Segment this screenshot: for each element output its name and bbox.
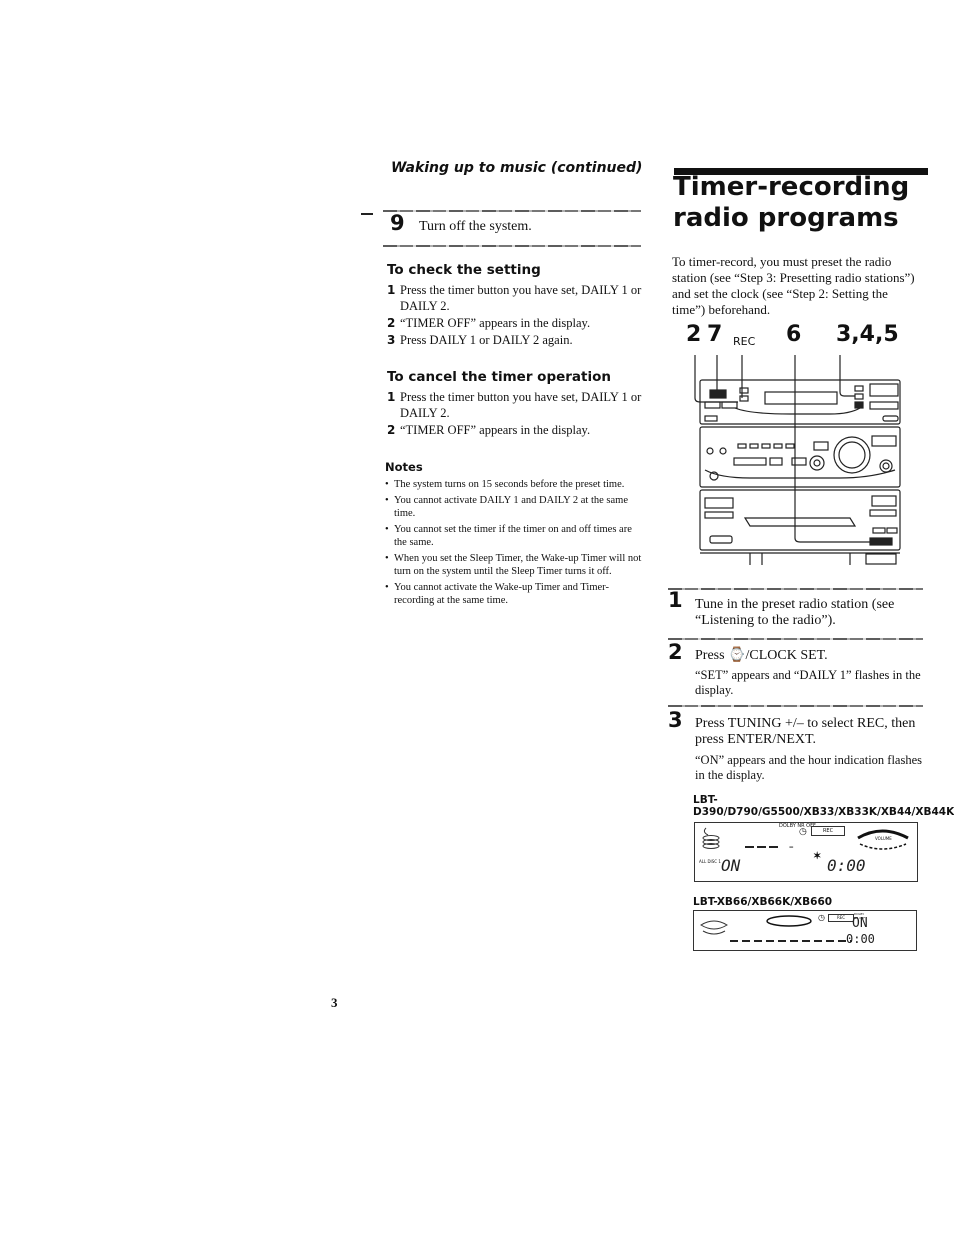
step-number: 3 — [668, 708, 683, 732]
item-text: Press the timer button you have set, DAI… — [400, 283, 642, 313]
step-subtext: “SET” appears and “DAILY 1” flashes in t… — [695, 668, 921, 697]
note-item: • You cannot set the timer if the timer o… — [385, 523, 647, 550]
callout-label: 2 — [686, 322, 702, 347]
step-number: 9 — [390, 211, 405, 235]
disc-icon — [702, 827, 720, 849]
list-item: 3 Press DAILY 1 or DAILY 2 again. — [387, 332, 647, 348]
lcd-time: 0:00 — [846, 932, 875, 946]
step-text: Press TUNING +/– to select REC, then pre… — [695, 716, 916, 747]
divider — [383, 245, 641, 247]
lcd-display: DOLBY NR OFF ◷ REC VOLUME = ALL DISC 1 O… — [694, 822, 918, 882]
level-bar — [745, 846, 779, 848]
lcd-left-text: ON — [852, 916, 868, 931]
callout-label: 6 — [786, 322, 802, 347]
note-text: You cannot activate DAILY 1 and DAILY 2 … — [394, 494, 628, 520]
item-number: 3 — [387, 333, 396, 347]
volume-indicator-icon — [766, 915, 812, 927]
margin-arrow-mark — [361, 213, 373, 215]
note-item: • When you set the Sleep Timer, the Wake-… — [385, 552, 647, 579]
item-text: “TIMER OFF” appears in the display. — [400, 423, 591, 437]
item-number: 1 — [387, 283, 396, 297]
note-item: • You cannot activate DAILY 1 and DAILY 2… — [385, 494, 647, 521]
note-text: When you set the Sleep Timer, the Wake-u… — [394, 552, 642, 578]
item-number: 2 — [387, 316, 396, 330]
item-text: “TIMER OFF” appears in the display. — [400, 316, 591, 330]
bullet: • — [385, 581, 389, 593]
section-title: Timer-recording radio programs — [673, 172, 910, 233]
bullet: • — [385, 523, 389, 535]
stereo-system-diagram — [694, 355, 901, 565]
lcd-left-text: ON — [721, 856, 741, 875]
disc-indicator: ALL DISC 1 — [699, 859, 721, 864]
lcd-display: ◷ REC DOLBY NR OFF ON 0:00 — [693, 910, 917, 951]
step-text: Tune in the preset radio station (see “L… — [695, 597, 895, 628]
cancel-timer-list: 1 Press the timer button you have set, DA… — [387, 389, 647, 439]
notes-heading: Notes — [385, 460, 423, 474]
note-text: The system turns on 15 seconds before th… — [394, 479, 625, 490]
note-item: • You cannot activate the Wake-up Timer a… — [385, 581, 647, 608]
clock-icon: ◷ — [799, 826, 807, 836]
bullet: • — [385, 494, 389, 506]
step-number: 2 — [668, 640, 683, 664]
note-text: You cannot activate the Wake-up Timer an… — [394, 581, 609, 607]
equals-mark: = — [789, 843, 794, 852]
lcd-time: 0:00 — [827, 856, 866, 875]
check-setting-heading: To check the setting — [387, 262, 541, 278]
item-number: 2 — [387, 423, 396, 437]
list-item: 2 “TIMER OFF” appears in the display. — [387, 422, 647, 438]
step-text: Press ⌚/CLOCK SET. — [695, 648, 828, 663]
check-setting-list: 1 Press the timer button you have set, DA… — [387, 282, 647, 349]
bullet: • — [385, 479, 389, 490]
callout-label: 7 — [707, 322, 723, 347]
intro-paragraph: To timer-record, you must preset the rad… — [672, 254, 915, 317]
level-bar — [730, 940, 852, 942]
divider — [383, 210, 641, 212]
flash-indicator-icon: ✶ — [813, 851, 822, 862]
rec-indicator: REC — [828, 914, 854, 922]
diagram-callouts: 2 7 REC 6 3,4,5 — [686, 322, 916, 352]
item-text: Press DAILY 1 or DAILY 2 again. — [400, 333, 573, 347]
note-item: • The system turns on 15 seconds before t… — [385, 478, 647, 492]
model-label: LBT-D390/D790/G5500/XB33/XB33K/XB44/XB44… — [693, 794, 954, 818]
item-number: 1 — [387, 390, 396, 404]
note-text: You cannot set the timer if the timer on… — [394, 523, 632, 549]
clock-icon: ◷ — [818, 913, 825, 922]
volume-label: VOLUME — [875, 836, 892, 841]
callout-label: 3,4,5 — [836, 322, 899, 347]
step-number: 1 — [668, 588, 683, 612]
cancel-timer-heading: To cancel the timer operation — [387, 369, 612, 385]
step-subtext: “ON” appears and the hour indication fla… — [695, 753, 923, 782]
model-label: LBT-XB66/XB66K/XB660 — [693, 896, 833, 908]
rec-indicator: REC — [811, 826, 845, 836]
disc-icon — [700, 920, 728, 935]
bullet: • — [385, 552, 389, 564]
step-text: Turn off the system. — [419, 219, 532, 234]
divider — [668, 638, 923, 640]
callout-label: REC — [733, 335, 756, 348]
divider — [668, 588, 923, 590]
notes-list: • The system turns on 15 seconds before t… — [385, 478, 647, 610]
list-item: 1 Press the timer button you have set, DA… — [387, 282, 647, 314]
list-item: 1 Press the timer button you have set, DA… — [387, 389, 647, 421]
divider — [668, 705, 923, 707]
running-head: Waking up to music (continued) — [391, 160, 643, 176]
item-text: Press the timer button you have set, DAI… — [400, 390, 642, 420]
page-number: 3 — [331, 995, 338, 1010]
list-item: 2 “TIMER OFF” appears in the display. — [387, 315, 647, 331]
